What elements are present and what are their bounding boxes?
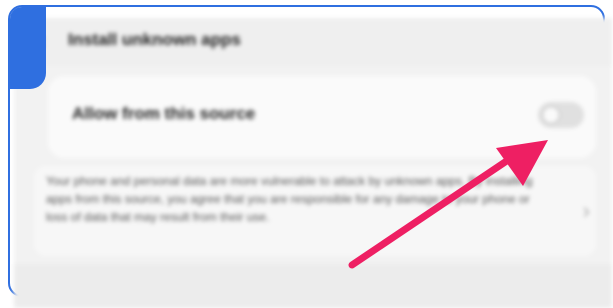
- corner-tab: [10, 7, 46, 89]
- allow-source-row[interactable]: Allow from this source: [48, 76, 596, 158]
- chevron-right-icon[interactable]: ›: [583, 198, 590, 224]
- allow-source-label: Allow from this source: [72, 104, 256, 123]
- page-title: Install unknown apps: [68, 30, 241, 49]
- toggle-knob: [542, 106, 560, 124]
- footer-band: [14, 264, 612, 308]
- header: ‹ Install unknown apps: [14, 18, 612, 66]
- warning-description: Your phone and personal data are more vu…: [34, 166, 596, 256]
- warning-text: Your phone and personal data are more vu…: [46, 174, 533, 224]
- allow-source-toggle[interactable]: [538, 102, 584, 128]
- settings-screen: ‹ Install unknown apps Allow from this s…: [14, 18, 612, 308]
